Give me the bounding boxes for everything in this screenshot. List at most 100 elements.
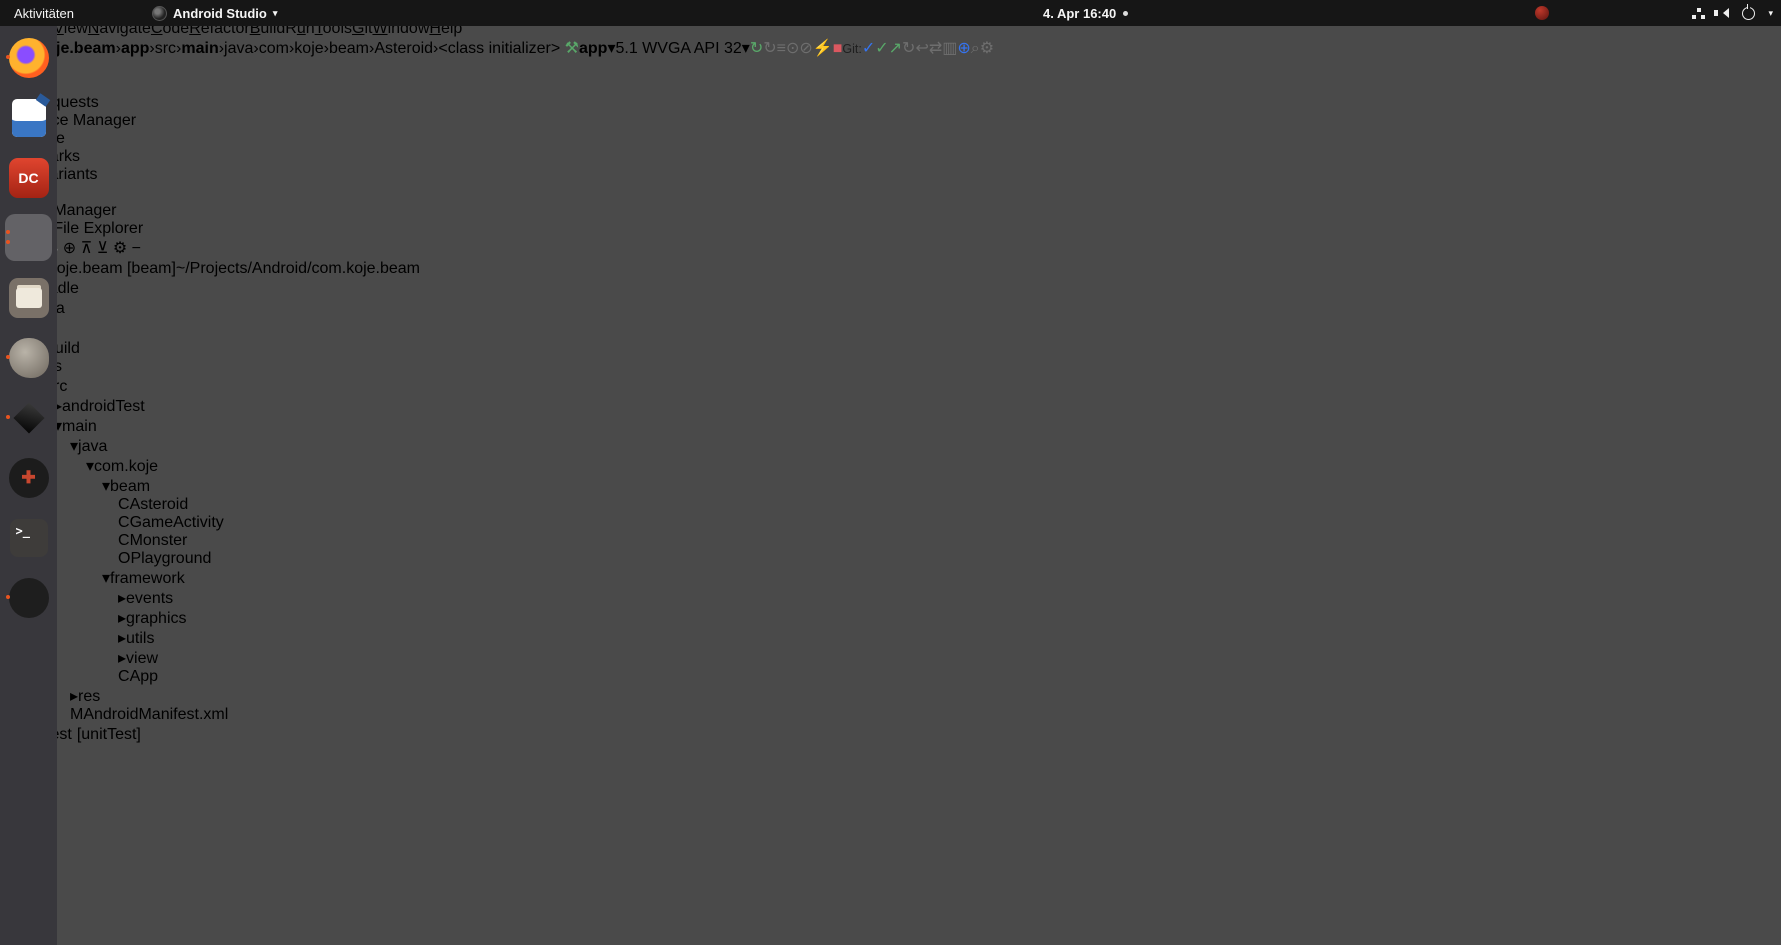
tool-window-button-gradle[interactable]: Gradle [0, 184, 1781, 202]
breadcrumb-item[interactable]: <class initializer> [438, 40, 560, 57]
tree-row[interactable]: ▸androidTest [0, 396, 1781, 416]
dock-item-gimp[interactable] [5, 334, 52, 381]
kclass-icon: C [118, 668, 130, 685]
tool-window-button-project[interactable]: Project [0, 58, 1781, 76]
volume-icon[interactable] [1718, 8, 1729, 18]
sync-icon[interactable]: ⇄ [929, 40, 942, 57]
tree-row[interactable]: ▸.gradle [0, 278, 1781, 298]
run-config-select[interactable]: app▾ [579, 40, 615, 57]
chevron-down-icon[interactable]: ▾ [1768, 8, 1773, 19]
tree-expander-icon[interactable]: ▸ [118, 590, 126, 607]
rerun-icon[interactable]: ↻ [750, 40, 763, 57]
breadcrumb-item[interactable]: java [224, 40, 253, 57]
tree-expander-icon[interactable]: ▾ [102, 570, 110, 587]
tree-row[interactable]: CApp [0, 668, 1781, 686]
breadcrumb-item[interactable]: app [121, 40, 149, 57]
build-hammer-icon[interactable]: ⚒ [565, 40, 579, 57]
tree-row[interactable]: MAndroidManifest.xml [0, 706, 1781, 724]
dock-item-libreoffice[interactable] [5, 94, 52, 141]
tree-row[interactable]: ▸events [0, 588, 1781, 608]
search-icon[interactable]: ⌕ [971, 40, 980, 57]
tree-row[interactable]: ▸test[unitTest] [0, 724, 1781, 744]
tool-window-button-structure[interactable]: Structure [0, 130, 1781, 148]
dock-item-files[interactable] [5, 274, 52, 321]
tool-window-button-bookmarks[interactable]: Bookmarks [0, 148, 1781, 166]
dock-item-terminal[interactable]: >_ [5, 514, 52, 561]
tree-row[interactable]: ▾main [0, 416, 1781, 436]
tree-row[interactable]: ▸utils [0, 628, 1781, 648]
running-dot-icon [6, 230, 10, 234]
tree-row[interactable]: libs [0, 358, 1781, 376]
tree-expander-icon[interactable]: ▸ [118, 650, 126, 667]
breadcrumb-item[interactable]: Asteroid [374, 40, 433, 57]
tree-expander-icon[interactable]: ▸ [118, 630, 126, 647]
line-number: 15 [0, 834, 1781, 852]
breadcrumb: com.koje.beam›app›src›main›java›com›koje… [0, 40, 560, 57]
tree-row[interactable]: ▾java [0, 436, 1781, 456]
activities-button[interactable]: Aktivitäten [14, 6, 74, 21]
breadcrumb-item[interactable]: src [155, 40, 176, 57]
tree-row[interactable]: ▾framework [0, 568, 1781, 588]
tool-window-button-device-manager[interactable]: Device Manager [0, 202, 1781, 220]
tree-row[interactable]: ▸view [0, 648, 1781, 668]
device-select[interactable]: 5.1 WVGA API 32▾ [615, 40, 749, 57]
tool-window-button-pull-requests[interactable]: Pull Requests [0, 94, 1781, 112]
tree-row[interactable]: ▾com.koje [0, 456, 1781, 476]
attach-icon[interactable]: ⚡ [813, 40, 833, 57]
tree-row[interactable]: ▾app [0, 318, 1781, 338]
dock-item-davinci[interactable]: DC [5, 154, 52, 201]
tree-row[interactable]: ▾beam [0, 476, 1781, 496]
tool-window-button-commit[interactable]: Commit [0, 76, 1781, 94]
dock-item-darktable[interactable]: ✚ [5, 454, 52, 501]
tree-row[interactable]: ▸res [0, 686, 1781, 706]
breadcrumb-item[interactable]: beam [329, 40, 369, 57]
tool-window-button-device-file-explorer[interactable]: Device File Explorer [0, 220, 1781, 238]
device-manager-icon[interactable]: ▥ [942, 40, 957, 57]
tree-row[interactable]: CMonster [0, 532, 1781, 550]
tree-expander-icon[interactable]: ▸ [70, 688, 78, 705]
breadcrumb-item[interactable]: main [181, 40, 218, 57]
tree-row[interactable]: OPlayground [0, 550, 1781, 568]
tree-row[interactable]: ▾src [0, 376, 1781, 396]
dock-item-inkscape[interactable] [5, 394, 52, 441]
editor[interactable]: 101112131415⌄16⌄1718192021⌄2223242526⌃27… [0, 744, 1781, 945]
debug-icon[interactable]: ⊙ [786, 40, 799, 57]
tree-row[interactable]: CAsteroid [0, 496, 1781, 514]
network-icon[interactable] [1692, 8, 1705, 19]
dock-item-firefox[interactable] [5, 34, 52, 81]
git-update-icon[interactable]: ✓ [862, 40, 875, 57]
profiler-icon[interactable]: ⊘ [799, 40, 812, 57]
breadcrumb-item[interactable]: com [259, 40, 289, 57]
fold-icon[interactable]: ⌄ [0, 852, 1781, 872]
run-icon[interactable]: ↻ [763, 40, 776, 57]
sdk-icon[interactable]: ⊕ [957, 40, 970, 57]
git-label: Git: [842, 42, 861, 56]
fold-icon[interactable]: ⌄ [0, 890, 1781, 910]
git-history-icon[interactable]: ↻ [902, 40, 915, 57]
tool-window-button-resource-manager[interactable]: Resource Manager [0, 112, 1781, 130]
desktop: Aktivitäten Android Studio ▾ 4. Apr 16:4… [0, 0, 1781, 945]
tool-window-button-build-variants[interactable]: Build Variants [0, 166, 1781, 184]
stop-icon[interactable]: ■ [833, 40, 843, 57]
tree-row[interactable]: CGameActivity [0, 514, 1781, 532]
run-list-icon[interactable]: ≡ [777, 40, 786, 57]
line-number: 12 [0, 780, 1781, 798]
git-rollback-icon[interactable]: ↩ [915, 40, 928, 57]
tree-expander-icon[interactable]: ▾ [86, 458, 94, 475]
power-icon[interactable] [1742, 7, 1755, 20]
tree-expander-icon[interactable]: ▸ [118, 610, 126, 627]
clock[interactable]: 4. Apr 16:40 [1043, 6, 1128, 21]
dock-item-camera[interactable] [5, 574, 52, 621]
tree-expander-icon[interactable]: ▾ [102, 478, 110, 495]
git-commit-icon[interactable]: ✓ [875, 40, 888, 57]
tree-expander-icon[interactable]: ▾ [70, 438, 78, 455]
tree-row[interactable]: ▸build [0, 338, 1781, 358]
tree-row[interactable]: ▸graphics [0, 608, 1781, 628]
dock-item-android-studio[interactable] [5, 214, 52, 261]
tree-row[interactable]: ▾com.koje.beam [beam]~/Projects/Android/… [0, 258, 1781, 278]
breadcrumb-item[interactable]: koje [294, 40, 323, 57]
git-push-icon[interactable]: ↗ [889, 40, 902, 57]
settings-icon[interactable]: ⚙ [980, 40, 994, 57]
tree-row[interactable]: ▸.idea [0, 298, 1781, 318]
app-menu-button[interactable]: Android Studio ▾ [152, 6, 277, 21]
